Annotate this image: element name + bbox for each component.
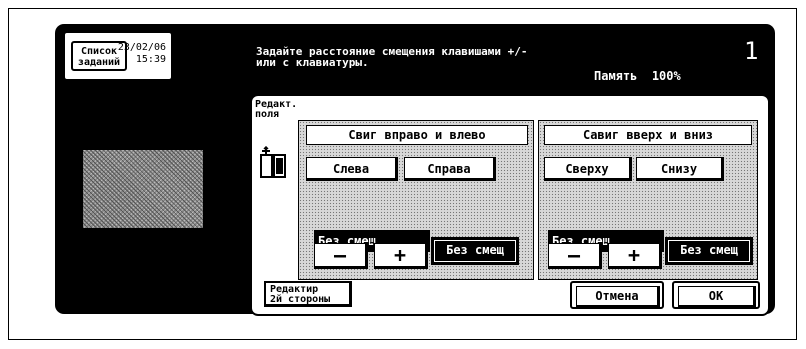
ok-button-label: OK	[678, 286, 756, 308]
horizontal-minus-button[interactable]: –	[314, 243, 368, 269]
date-text: 23/02/06	[117, 42, 166, 53]
vertical-no-shift-button[interactable]: Без смещ	[665, 237, 753, 265]
horizontal-no-shift-button[interactable]: Без смещ	[431, 237, 519, 265]
message-line-2: или с клавиатуры.	[256, 56, 369, 69]
date-time: 23/02/06 15:39	[118, 42, 166, 66]
memory-indicator: Память 100%	[594, 69, 681, 83]
shift-bottom-button[interactable]: Снизу	[636, 157, 724, 181]
vertical-shift-label: Савиг вверх и вниз	[544, 125, 752, 145]
page-number: 1	[744, 37, 759, 65]
cancel-button[interactable]: Отмена	[570, 281, 664, 309]
vertical-minus-button[interactable]: –	[548, 243, 602, 269]
page-shift-icon	[260, 146, 286, 178]
horizontal-plus-button[interactable]: +	[374, 243, 428, 269]
ok-button[interactable]: OK	[672, 281, 760, 309]
job-list-area: Список заданий 23/02/06 15:39	[63, 31, 173, 81]
memory-label: Память	[594, 69, 638, 83]
edit-side2-button[interactable]: Редактир 2й стороны	[264, 281, 352, 307]
instruction-message: Задайте расстояние смещения клавишами +/…	[256, 46, 528, 68]
shift-top-button[interactable]: Сверху	[544, 157, 632, 181]
shift-right-button[interactable]: Справа	[404, 157, 496, 181]
preview-area	[63, 88, 247, 308]
panel-title-line-2: поля	[255, 109, 280, 120]
horizontal-shift-label: Свиг вправо и влево	[306, 125, 528, 145]
memory-value: 100%	[651, 69, 681, 83]
panel-title: Редакт. поля	[255, 100, 297, 120]
time-text: 15:39	[135, 54, 166, 65]
shift-left-button[interactable]: Слева	[306, 157, 398, 181]
cancel-button-label: Отмена	[576, 286, 660, 308]
edit-side2-line-2: 2й стороны	[270, 294, 331, 305]
vertical-plus-button[interactable]: +	[608, 243, 662, 269]
preview-page-image	[83, 150, 203, 228]
